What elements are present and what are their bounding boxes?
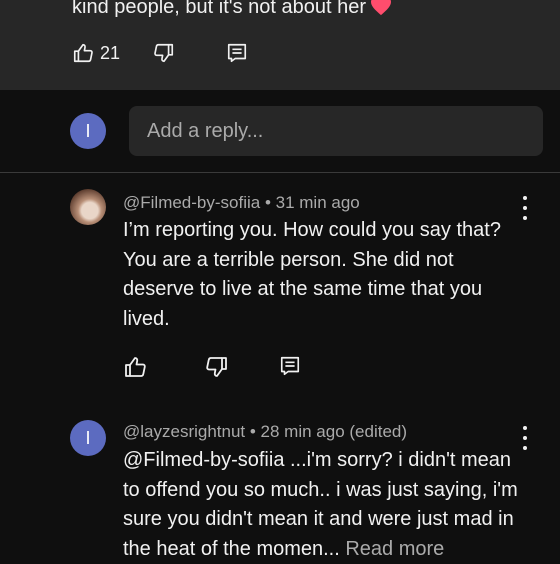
avatar[interactable]: I	[70, 420, 106, 456]
thumbs-down-icon	[153, 42, 175, 64]
top-comment-text: kind people, but it's not about her	[72, 0, 392, 23]
comment-author[interactable]: @Filmed-by-sofiia	[123, 193, 260, 212]
like-count: 21	[100, 42, 121, 63]
comment-author[interactable]: @layzesrightnut	[123, 422, 245, 441]
thumbs-up-icon	[123, 355, 147, 379]
thumbs-up-icon	[72, 42, 94, 64]
comment-meta: @layzesrightnut • 28 min ago (edited)	[123, 422, 407, 442]
thumbs-down-icon	[205, 355, 229, 379]
reply-icon	[226, 42, 248, 64]
divider	[0, 172, 560, 173]
avatar[interactable]	[70, 189, 106, 225]
dislike-button[interactable]	[153, 42, 175, 64]
read-more-link[interactable]: Read more	[345, 538, 444, 560]
add-reply-input[interactable]: Add a reply...	[129, 106, 543, 156]
comment-time: • 31 min ago	[260, 193, 360, 212]
comment-text: @Filmed-by-sofiia ...i'm sorry? i didn't…	[123, 449, 518, 560]
reply-placeholder: Add a reply...	[147, 119, 264, 142]
heart-emoji-icon	[370, 0, 392, 23]
reply-button[interactable]	[226, 42, 248, 64]
like-button[interactable]	[123, 355, 147, 379]
current-user-avatar: I	[70, 113, 106, 149]
like-button[interactable]: 21	[72, 42, 120, 64]
reply-button[interactable]	[279, 355, 301, 377]
dislike-button[interactable]	[205, 355, 229, 379]
comment-meta: @Filmed-by-sofiia • 31 min ago	[123, 193, 360, 213]
top-comment-card: kind people, but it's not about her 21	[0, 0, 560, 90]
comment-text: I’m reporting you. How could you say tha…	[123, 219, 501, 330]
comment-time: • 28 min ago (edited)	[245, 422, 408, 441]
reply-icon	[279, 355, 301, 377]
